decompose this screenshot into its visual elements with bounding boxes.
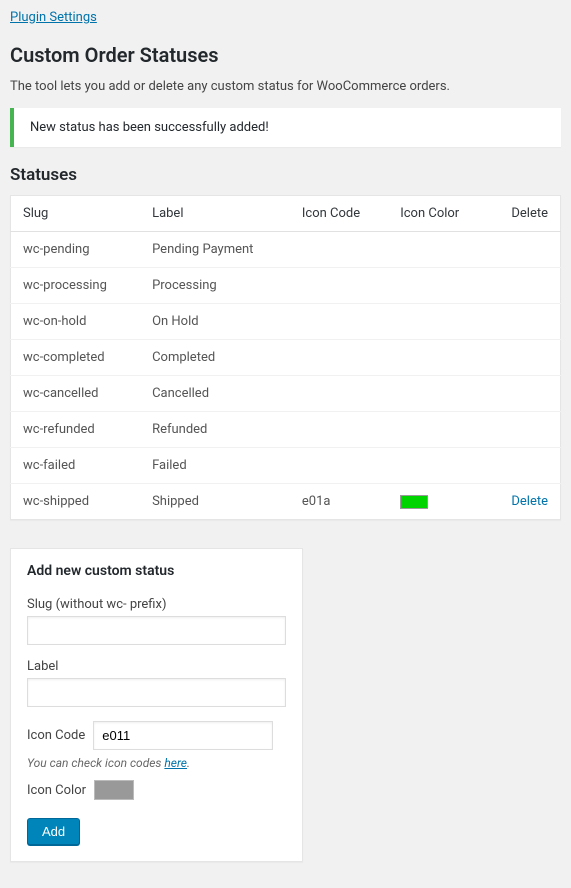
statuses-table: Slug Label Icon Code Icon Color Delete w…	[10, 195, 561, 520]
cell-icon-code	[290, 412, 388, 448]
cell-icon-code	[290, 268, 388, 304]
label-label: Label	[27, 659, 286, 674]
col-label: Label	[140, 196, 290, 232]
cell-delete	[487, 268, 560, 304]
delete-link[interactable]: Delete	[511, 494, 548, 509]
icon-color-picker[interactable]	[94, 780, 134, 800]
cell-slug: wc-cancelled	[11, 376, 141, 412]
page-description: The tool lets you add or delete any cust…	[10, 79, 561, 94]
cell-delete	[487, 412, 560, 448]
cell-slug: wc-processing	[11, 268, 141, 304]
table-row: wc-processingProcessing	[11, 268, 561, 304]
cell-delete	[487, 376, 560, 412]
cell-label: Pending Payment	[140, 232, 290, 268]
cell-slug: wc-pending	[11, 232, 141, 268]
cell-icon-code: e01a	[290, 484, 388, 520]
cell-label: Refunded	[140, 412, 290, 448]
icon-code-input[interactable]	[93, 721, 273, 750]
icon-codes-link[interactable]: here	[164, 756, 187, 770]
cell-icon-color	[388, 232, 487, 268]
cell-icon-color	[388, 376, 487, 412]
plugin-settings-link[interactable]: Plugin Settings	[10, 10, 97, 25]
color-swatch	[400, 495, 428, 509]
cell-slug: wc-refunded	[11, 412, 141, 448]
cell-delete	[487, 340, 560, 376]
table-row: wc-cancelledCancelled	[11, 376, 561, 412]
col-slug: Slug	[11, 196, 141, 232]
cell-icon-code	[290, 232, 388, 268]
cell-slug: wc-shipped	[11, 484, 141, 520]
icon-code-helper: You can check icon codes here.	[27, 756, 286, 770]
cell-icon-color	[388, 340, 487, 376]
table-row: wc-on-holdOn Hold	[11, 304, 561, 340]
col-icon-color: Icon Color	[388, 196, 487, 232]
cell-label: Completed	[140, 340, 290, 376]
add-status-form: Add new custom status Slug (without wc- …	[10, 548, 303, 862]
cell-label: Failed	[140, 448, 290, 484]
cell-slug: wc-completed	[11, 340, 141, 376]
cell-delete: Delete	[487, 484, 560, 520]
cell-delete	[487, 232, 560, 268]
notice-text: New status has been successfully added!	[30, 120, 269, 135]
form-heading: Add new custom status	[27, 563, 286, 579]
cell-icon-code	[290, 340, 388, 376]
cell-label: On Hold	[140, 304, 290, 340]
statuses-heading: Statuses	[10, 165, 561, 185]
cell-icon-color	[388, 448, 487, 484]
cell-slug: wc-failed	[11, 448, 141, 484]
label-input[interactable]	[27, 678, 286, 707]
table-row: wc-pendingPending Payment	[11, 232, 561, 268]
cell-delete	[487, 448, 560, 484]
cell-icon-color	[388, 412, 487, 448]
cell-icon-color	[388, 484, 487, 520]
cell-label: Cancelled	[140, 376, 290, 412]
cell-icon-code	[290, 304, 388, 340]
col-delete: Delete	[487, 196, 560, 232]
cell-label: Shipped	[140, 484, 290, 520]
cell-icon-color	[388, 304, 487, 340]
cell-label: Processing	[140, 268, 290, 304]
icon-code-label: Icon Code	[27, 728, 85, 743]
cell-icon-code	[290, 376, 388, 412]
cell-icon-code	[290, 448, 388, 484]
table-row: wc-completedCompleted	[11, 340, 561, 376]
add-button[interactable]: Add	[27, 818, 80, 845]
page-title: Custom Order Statuses	[10, 43, 561, 67]
success-notice: New status has been successfully added!	[10, 108, 561, 147]
table-row: wc-shippedShippede01a Delete	[11, 484, 561, 520]
slug-label: Slug (without wc- prefix)	[27, 597, 286, 612]
col-icon-code: Icon Code	[290, 196, 388, 232]
table-row: wc-refundedRefunded	[11, 412, 561, 448]
cell-slug: wc-on-hold	[11, 304, 141, 340]
cell-delete	[487, 304, 560, 340]
table-row: wc-failedFailed	[11, 448, 561, 484]
cell-icon-color	[388, 268, 487, 304]
icon-color-label: Icon Color	[27, 783, 86, 798]
slug-input[interactable]	[27, 616, 286, 645]
